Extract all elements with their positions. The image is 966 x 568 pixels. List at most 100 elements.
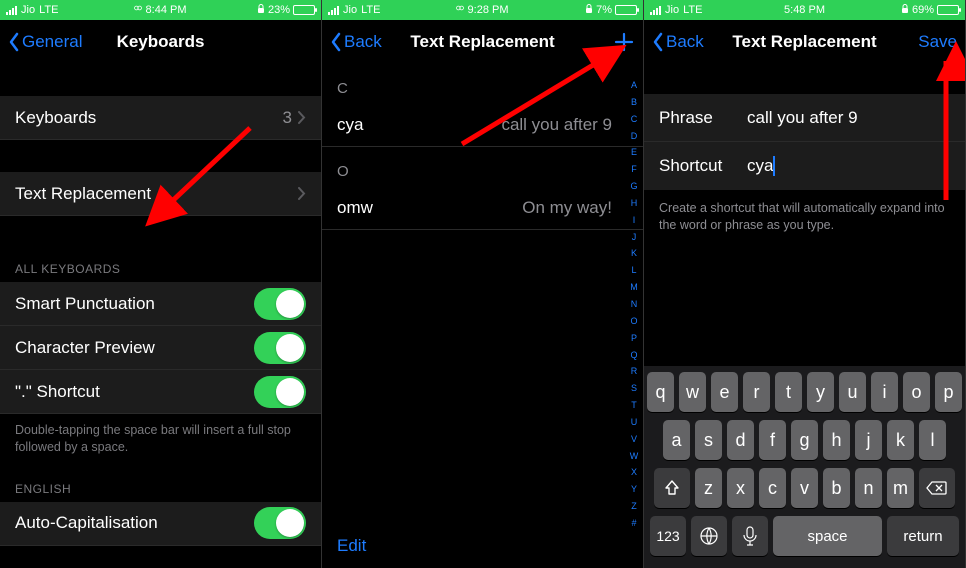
index-letter[interactable]: T — [627, 400, 641, 410]
signal-icon — [650, 6, 661, 15]
index-strip[interactable]: ABCDEFGHIJKLMNOPQRSTUVWXYZ # — [627, 80, 641, 528]
key-x[interactable]: x — [727, 468, 754, 508]
shift-key[interactable] — [654, 468, 690, 508]
index-letter[interactable]: F — [627, 164, 641, 174]
key-m[interactable]: m — [887, 468, 914, 508]
index-letter[interactable]: C — [627, 114, 641, 124]
row-phrase[interactable]: Phrase call you after 9 — [644, 94, 965, 142]
key-c[interactable]: c — [759, 468, 786, 508]
key-t[interactable]: t — [775, 372, 802, 412]
index-letter[interactable]: X — [627, 467, 641, 477]
key-e[interactable]: e — [711, 372, 738, 412]
key-n[interactable]: n — [855, 468, 882, 508]
index-letter[interactable]: D — [627, 131, 641, 141]
key-j[interactable]: j — [855, 420, 882, 460]
edit-button[interactable]: Edit — [337, 536, 366, 556]
row-text-replacement[interactable]: Text Replacement — [0, 172, 321, 216]
space-key[interactable]: space — [773, 516, 882, 556]
phrase-text: call you after 9 — [501, 115, 628, 135]
index-letter[interactable]: E — [627, 147, 641, 157]
index-letter[interactable]: W — [627, 451, 641, 461]
key-f[interactable]: f — [759, 420, 786, 460]
key-o[interactable]: o — [903, 372, 930, 412]
row-character-preview[interactable]: Character Preview — [0, 326, 321, 370]
toggle-dot-shortcut[interactable] — [254, 376, 306, 408]
section-letter: C — [322, 64, 643, 103]
back-button[interactable]: Back — [652, 32, 704, 52]
battery-pct: 69% — [912, 4, 934, 16]
index-letter[interactable]: R — [627, 366, 641, 376]
index-letter[interactable]: H — [627, 198, 641, 208]
index-letter[interactable]: A — [627, 80, 641, 90]
replacement-row[interactable]: omwOn my way! — [322, 186, 643, 230]
nav-bar: Back Text Replacement — [322, 20, 643, 64]
index-letter[interactable]: S — [627, 383, 641, 393]
key-g[interactable]: g — [791, 420, 818, 460]
index-letter[interactable]: Q — [627, 350, 641, 360]
index-letter[interactable]: U — [627, 417, 641, 427]
key-k[interactable]: k — [887, 420, 914, 460]
key-h[interactable]: h — [823, 420, 850, 460]
key-a[interactable]: a — [663, 420, 690, 460]
row-shortcut[interactable]: Shortcut cya — [644, 142, 965, 190]
index-letter[interactable]: # — [627, 518, 641, 528]
index-letter[interactable]: M — [627, 282, 641, 292]
index-letter[interactable]: B — [627, 97, 641, 107]
key-p[interactable]: p — [935, 372, 962, 412]
shortcut-input[interactable]: cya — [747, 156, 950, 177]
toggle-smart-punctuation[interactable] — [254, 288, 306, 320]
replacement-row[interactable]: cyacall you after 9 — [322, 103, 643, 147]
key-w[interactable]: w — [679, 372, 706, 412]
key-y[interactable]: y — [807, 372, 834, 412]
key-r[interactable]: r — [743, 372, 770, 412]
add-button[interactable] — [613, 31, 635, 54]
index-letter[interactable]: I — [627, 215, 641, 225]
phrase-input[interactable]: call you after 9 — [747, 108, 950, 128]
row-smart-punctuation[interactable]: Smart Punctuation — [0, 282, 321, 326]
index-letter[interactable]: O — [627, 316, 641, 326]
index-letter[interactable]: N — [627, 299, 641, 309]
key-z[interactable]: z — [695, 468, 722, 508]
footer-note: Double-tapping the space bar will insert… — [0, 414, 321, 468]
network-label: LTE — [361, 4, 380, 16]
globe-key[interactable] — [691, 516, 727, 556]
row-label: Character Preview — [15, 338, 254, 358]
return-key[interactable]: return — [887, 516, 959, 556]
key-i[interactable]: i — [871, 372, 898, 412]
index-letter[interactable]: V — [627, 434, 641, 444]
key-u[interactable]: u — [839, 372, 866, 412]
chevron-right-icon — [298, 111, 306, 124]
key-q[interactable]: q — [647, 372, 674, 412]
toggle-character-preview[interactable] — [254, 332, 306, 364]
index-letter[interactable]: Z — [627, 501, 641, 511]
row-dot-shortcut[interactable]: "." Shortcut — [0, 370, 321, 414]
nav-bar: Back Text Replacement Save — [644, 20, 965, 64]
status-time: 5:48 PM — [784, 4, 825, 16]
key-l[interactable]: l — [919, 420, 946, 460]
row-keyboards[interactable]: Keyboards 3 — [0, 96, 321, 140]
keyboards-count: 3 — [283, 108, 292, 128]
key-s[interactable]: s — [695, 420, 722, 460]
row-auto-capitalisation[interactable]: Auto-Capitalisation — [0, 502, 321, 546]
toggle-auto-capitalisation[interactable] — [254, 507, 306, 539]
row-label: Text Replacement — [15, 184, 298, 204]
index-letter[interactable]: L — [627, 265, 641, 275]
index-letter[interactable]: G — [627, 181, 641, 191]
index-letter[interactable]: P — [627, 333, 641, 343]
numbers-key[interactable]: 123 — [650, 516, 686, 556]
key-v[interactable]: v — [791, 468, 818, 508]
key-d[interactable]: d — [727, 420, 754, 460]
index-letter[interactable]: Y — [627, 484, 641, 494]
back-label: General — [22, 32, 82, 52]
back-button[interactable]: Back — [330, 32, 382, 52]
battery-icon — [937, 5, 959, 15]
index-letter[interactable]: K — [627, 248, 641, 258]
index-letter[interactable]: J — [627, 232, 641, 242]
back-label: Back — [666, 32, 704, 52]
dictation-key[interactable] — [732, 516, 768, 556]
back-button[interactable]: General — [8, 32, 82, 52]
key-b[interactable]: b — [823, 468, 850, 508]
shortcut-label: Shortcut — [659, 156, 747, 176]
save-button[interactable]: Save — [918, 32, 957, 52]
backspace-key[interactable] — [919, 468, 955, 508]
